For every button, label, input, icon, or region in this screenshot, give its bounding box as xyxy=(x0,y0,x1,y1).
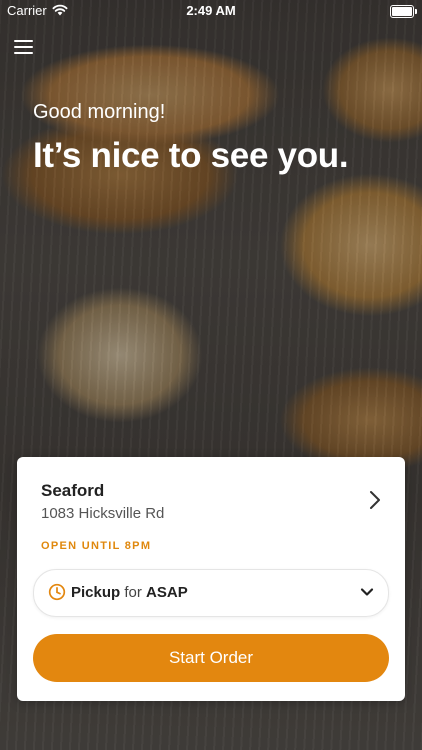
order-mode-selector[interactable]: Pickup for ASAP xyxy=(33,569,389,617)
status-time: 2:49 AM xyxy=(186,3,236,18)
greeting-text: Good morning! xyxy=(33,101,166,123)
store-address: 1083 Hicksville Rd xyxy=(41,505,165,522)
order-mode-label: Pickup for ASAP xyxy=(71,584,188,601)
store-hours: OPEN UNTIL 8PM xyxy=(41,540,152,552)
order-mode: Pickup xyxy=(71,584,121,601)
store-name: Seaford xyxy=(41,481,105,500)
order-mode-connector: for xyxy=(124,584,142,601)
menu-button[interactable] xyxy=(14,38,36,56)
store-card: Seaford 1083 Hicksville Rd OPEN UNTIL 8P… xyxy=(17,457,405,701)
clock-icon xyxy=(48,583,66,601)
battery-icon xyxy=(390,5,417,18)
headline-text: It’s nice to see you. xyxy=(33,136,349,175)
status-bar: Carrier 2:49 AM xyxy=(0,0,422,22)
order-time: ASAP xyxy=(146,584,188,601)
chevron-down-icon xyxy=(360,588,374,596)
start-order-button[interactable]: Start Order xyxy=(33,634,389,682)
chevron-right-icon[interactable] xyxy=(367,489,383,511)
